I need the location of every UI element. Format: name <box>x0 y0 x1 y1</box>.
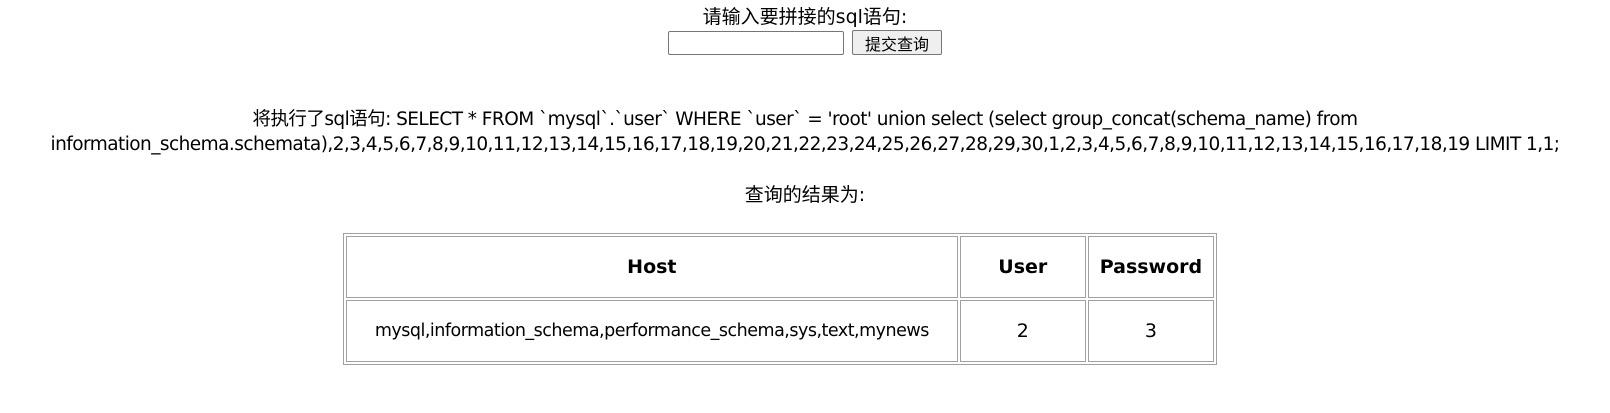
cell-host: mysql,information_schema,performance_sch… <box>346 300 958 362</box>
sql-input[interactable] <box>668 30 844 55</box>
column-header-password: Password <box>1087 236 1214 298</box>
result-table: Host User Password mysql,information_sch… <box>343 233 1217 365</box>
column-header-host: Host <box>346 236 958 298</box>
sql-query-form: 提交查询 <box>0 30 1610 55</box>
cell-user: 2 <box>959 300 1086 362</box>
column-header-user: User <box>959 236 1086 298</box>
executed-sql-statement: 将执行了sql语句: SELECT * FROM `mysql`.`user` … <box>0 107 1610 157</box>
table-row: mysql,information_schema,performance_sch… <box>346 300 1214 362</box>
submit-query-button[interactable]: 提交查询 <box>852 30 942 55</box>
executed-sql-line-1: 将执行了sql语句: SELECT * FROM `mysql`.`user` … <box>252 109 1359 130</box>
table-header-row: Host User Password <box>346 236 1214 298</box>
executed-sql-line-2: information_schema.schemata),2,3,4,5,6,7… <box>50 134 1561 155</box>
cell-password: 3 <box>1087 300 1214 362</box>
result-label: 查询的结果为: <box>744 184 866 206</box>
sql-prompt-label: 请输入要拼接的sql语句: <box>702 6 908 28</box>
